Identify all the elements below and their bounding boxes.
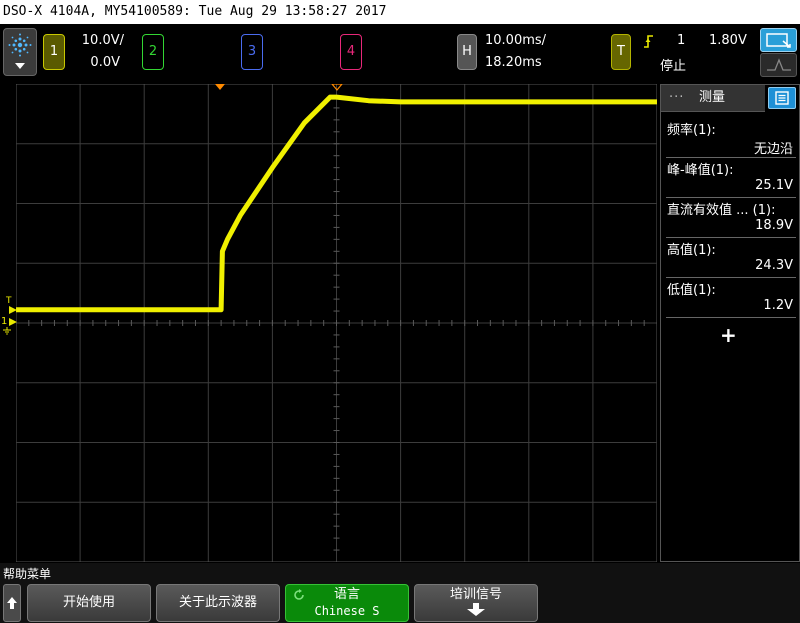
measurement-value: 无边沿 xyxy=(753,142,793,157)
language-button[interactable]: 语言 Chinese S xyxy=(285,584,409,622)
chevron-down-icon xyxy=(15,63,25,69)
measurement-value: 1.2V xyxy=(763,298,793,313)
divider xyxy=(666,277,796,278)
window-title: DSO-X 4104A, MY54100589: Tue Aug 29 13:5… xyxy=(0,0,800,24)
divider xyxy=(666,237,796,238)
horizontal-delay: 18.20ms xyxy=(485,55,542,70)
tab-label: 测量 xyxy=(699,90,726,105)
divider xyxy=(666,317,796,318)
measurement-label: 峰-峰值(1): xyxy=(667,163,734,178)
channel-1-scale: 10.0V/ xyxy=(81,33,124,48)
measurement-label: 低值(1): xyxy=(667,283,716,298)
tab-measurements[interactable]: ··· 测量 xyxy=(661,85,765,112)
trigger-level: 1.80V xyxy=(709,33,747,48)
measurement-panel: ··· 测量 频率(1): 无边沿 峰-峰值(1): 25.1V 直流有效值 .… xyxy=(660,84,800,562)
channel-1-ground-label: 1 xyxy=(1,316,8,327)
softkey-value: Chinese S xyxy=(314,604,380,618)
trigger-source: 1 xyxy=(677,33,686,48)
keysight-logo-icon xyxy=(8,33,32,57)
getting-started-button[interactable]: 开始使用 xyxy=(27,584,151,622)
graticule xyxy=(16,84,657,562)
list-icon xyxy=(775,91,789,105)
trigger-level-label: T xyxy=(6,296,12,306)
arrow-up-icon xyxy=(7,597,17,609)
panel-list-button[interactable] xyxy=(768,87,796,109)
channel-1-offset: 0.0V xyxy=(90,55,120,70)
divider xyxy=(666,157,796,158)
softkey-label: 开始使用 xyxy=(62,595,115,610)
top-control-bar: 1 10.0V/ 0.0V 2 3 4 H 10.00ms/ 18.20ms T… xyxy=(0,24,800,82)
arrow-down-icon xyxy=(467,603,485,616)
edge-marker-icon xyxy=(767,58,791,71)
measurement-label: 频率(1): xyxy=(667,123,716,138)
softkey-label: 培训信号 xyxy=(449,587,502,602)
channel-1-ground-arrow-icon[interactable] xyxy=(9,318,17,326)
time-per-div: 10.00ms/ xyxy=(485,33,547,48)
zoom-box-icon xyxy=(766,33,791,48)
measurement-label: 直流有效值 ... (1): xyxy=(667,203,776,218)
touch-mode-button[interactable] xyxy=(760,28,797,52)
trigger-position-marker xyxy=(215,84,225,90)
help-menu-title: 帮助菜单 xyxy=(3,567,52,581)
horizontal-button[interactable]: H xyxy=(457,34,477,70)
waveform-mode-button[interactable] xyxy=(760,53,797,77)
about-oscilloscope-button[interactable]: 关于此示波器 xyxy=(156,584,280,622)
tab-grip-dots: ··· xyxy=(669,90,685,105)
measurement-label: 高值(1): xyxy=(667,243,716,258)
ground-icon xyxy=(3,327,11,335)
menu-back-button[interactable] xyxy=(3,584,21,622)
rising-edge-icon xyxy=(644,35,653,48)
measurement-value: 25.1V xyxy=(755,178,793,193)
channel-4-button[interactable]: 4 xyxy=(340,34,362,70)
measurement-value: 18.9V xyxy=(755,218,793,233)
rotate-knob-icon xyxy=(294,589,304,600)
add-measurement-button[interactable]: + xyxy=(720,323,737,347)
run-status: 停止 xyxy=(660,59,687,74)
measurement-value: 24.3V xyxy=(755,258,793,273)
waveform-display[interactable] xyxy=(16,84,657,562)
softkey-label: 关于此示波器 xyxy=(178,595,257,610)
channel-2-button[interactable]: 2 xyxy=(142,34,164,70)
training-signals-button[interactable]: 培训信号 xyxy=(414,584,538,622)
divider xyxy=(666,197,796,198)
help-softkey-bar: 帮助菜单 开始使用 关于此示波器 语言 Chinese S 培训信号 xyxy=(0,563,800,623)
main-menu-button[interactable] xyxy=(3,28,37,76)
channel-1-button[interactable]: 1 xyxy=(43,34,65,70)
channel-3-button[interactable]: 3 xyxy=(241,34,263,70)
trigger-button[interactable]: T xyxy=(611,34,631,70)
trigger-level-arrow-icon xyxy=(9,306,17,314)
